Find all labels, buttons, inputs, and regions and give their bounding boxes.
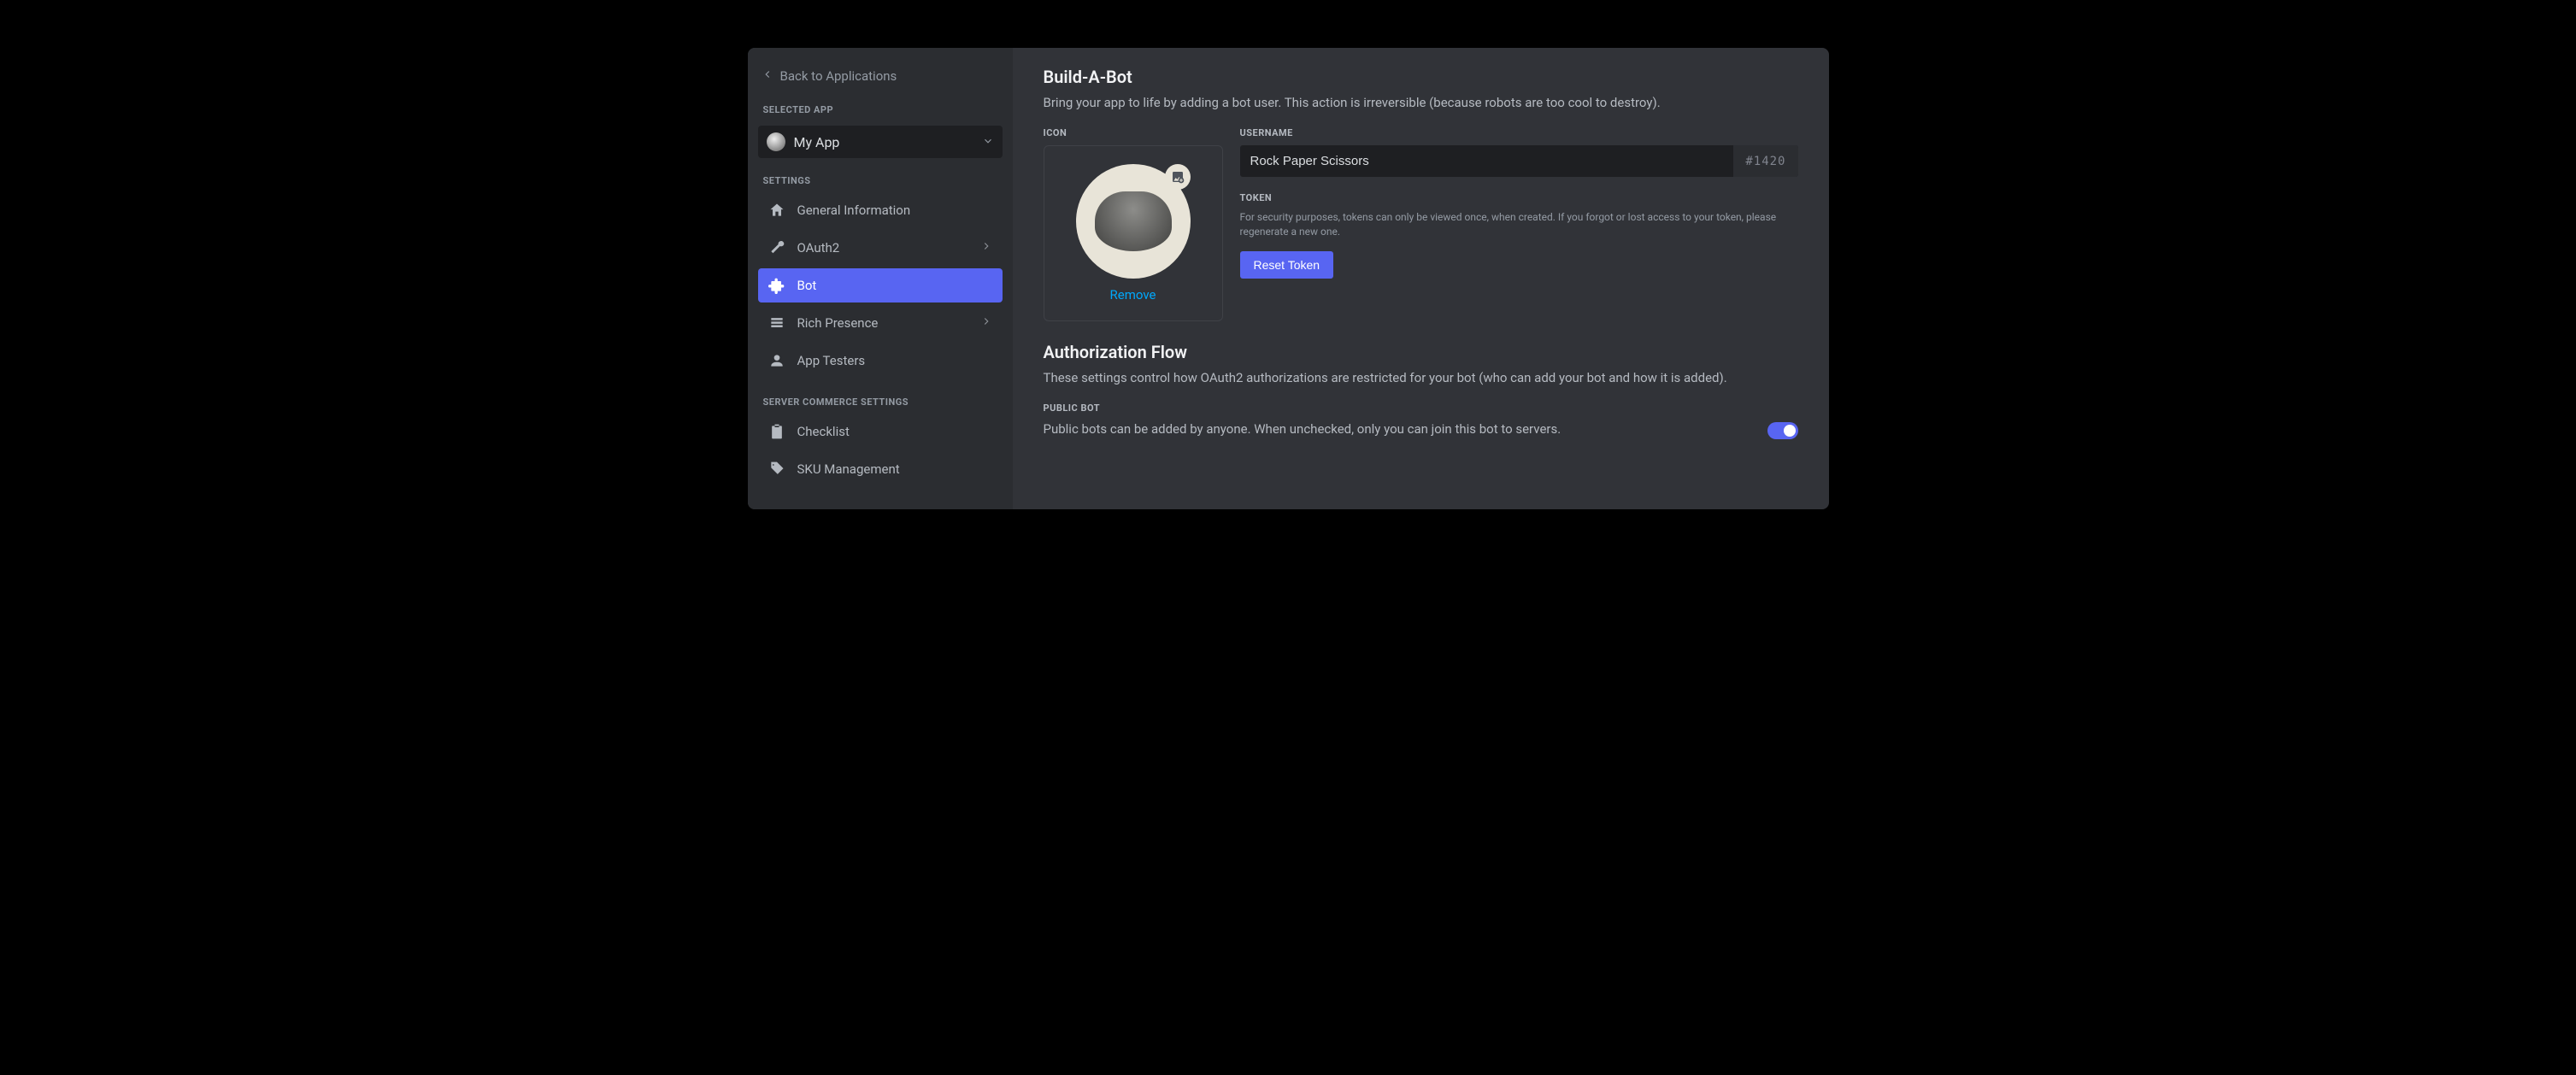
username-input[interactable] [1240, 145, 1734, 177]
toggle-knob [1784, 425, 1796, 437]
person-icon [768, 352, 785, 369]
sidebar-item-oauth2[interactable]: OAuth2 [758, 231, 1003, 265]
sidebar-item-label: Bot [797, 278, 817, 293]
public-bot-row: Public bots can be added by anyone. When… [1044, 420, 1798, 439]
chevron-right-icon [980, 240, 992, 256]
icon-label: ICON [1044, 127, 1223, 138]
sidebar-item-app-testers[interactable]: App Testers [758, 344, 1003, 378]
commerce-heading: SERVER COMMERCE SETTINGS [758, 391, 1003, 411]
settings-heading: SETTINGS [758, 170, 1003, 190]
icon-column: ICON Remove [1044, 127, 1223, 321]
token-note: For security purposes, tokens can only b… [1240, 210, 1798, 239]
discriminator: #1420 [1733, 145, 1797, 177]
build-a-bot-subtitle: Bring your app to life by adding a bot u… [1044, 94, 1798, 112]
token-label: TOKEN [1240, 192, 1798, 203]
public-bot-label: PUBLIC BOT [1044, 402, 1798, 414]
back-to-applications-link[interactable]: Back to Applications [758, 62, 1003, 96]
back-label: Back to Applications [780, 68, 897, 84]
public-bot-description: Public bots can be added by anyone. When… [1044, 420, 1750, 439]
tags-icon [768, 461, 785, 478]
app-selector[interactable]: My App [758, 126, 1003, 158]
developer-portal-window: Back to Applications SELECTED APP My App… [748, 48, 1829, 509]
sidebar-item-label: OAuth2 [797, 240, 840, 256]
chevron-right-icon [980, 315, 992, 331]
chevron-down-icon [982, 134, 994, 150]
sidebar-item-general-information[interactable]: General Information [758, 193, 1003, 227]
authorization-flow-title: Authorization Flow [1044, 342, 1798, 362]
home-icon [768, 202, 785, 219]
remove-icon-link[interactable]: Remove [1110, 287, 1156, 303]
sidebar-item-label: Checklist [797, 424, 850, 439]
list-icon [768, 314, 785, 332]
public-bot-toggle[interactable] [1767, 422, 1798, 439]
upload-image-icon [1165, 164, 1191, 190]
sidebar-item-label: General Information [797, 203, 911, 218]
username-input-row: #1420 [1240, 145, 1798, 177]
app-avatar-icon [767, 132, 785, 151]
sidebar-item-label: App Testers [797, 353, 866, 368]
main-content: Build-A-Bot Bring your app to life by ad… [1013, 48, 1829, 509]
sidebar-item-label: SKU Management [797, 461, 900, 477]
sidebar-item-label: Rich Presence [797, 315, 879, 331]
app-name: My App [794, 134, 840, 150]
selected-app-heading: SELECTED APP [758, 99, 1003, 119]
sidebar-item-rich-presence[interactable]: Rich Presence [758, 306, 1003, 340]
username-label: USERNAME [1240, 127, 1798, 138]
rock-icon [1095, 191, 1172, 251]
sidebar-item-checklist[interactable]: Checklist [758, 414, 1003, 449]
sidebar-item-sku-management[interactable]: SKU Management [758, 452, 1003, 486]
sidebar-item-bot[interactable]: Bot [758, 268, 1003, 303]
authorization-flow-subtitle: These settings control how OAuth2 author… [1044, 369, 1798, 387]
sidebar: Back to Applications SELECTED APP My App… [748, 48, 1013, 509]
arrow-left-icon [762, 68, 773, 84]
puzzle-icon [768, 277, 785, 294]
bot-avatar [1076, 164, 1191, 279]
build-a-bot-title: Build-A-Bot [1044, 67, 1798, 87]
reset-token-button[interactable]: Reset Token [1240, 251, 1334, 279]
icon-upload-box[interactable]: Remove [1044, 145, 1223, 321]
clipboard-icon [768, 423, 785, 440]
wrench-icon [768, 239, 785, 256]
bot-settings-row: ICON Remove USERNAME #1420 [1044, 127, 1798, 321]
username-token-column: USERNAME #1420 TOKEN For security purpos… [1240, 127, 1798, 321]
